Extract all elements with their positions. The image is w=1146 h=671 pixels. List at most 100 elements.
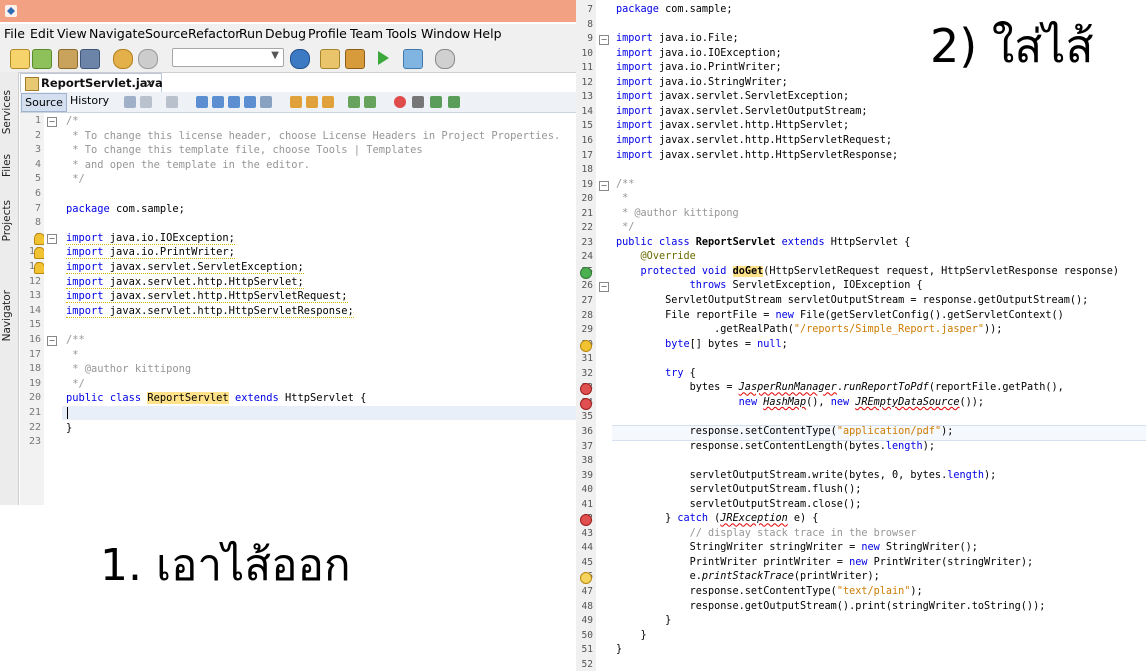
next-bookmark-icon[interactable] xyxy=(306,96,318,108)
line-number: 16 xyxy=(28,334,41,345)
current-line-highlight xyxy=(62,406,576,420)
menu-refactor[interactable]: Refactor xyxy=(188,26,240,41)
menu-window[interactable]: Window xyxy=(421,26,470,41)
file-tab-reportservlet[interactable]: ReportServlet.java × xyxy=(20,73,163,92)
code-line: /* xyxy=(66,115,79,127)
redo-icon[interactable] xyxy=(138,49,158,69)
line-number: 3 xyxy=(34,144,41,156)
menu-profile[interactable]: Profile xyxy=(308,26,347,41)
profile-icon[interactable] xyxy=(435,49,455,69)
line-number: 28 xyxy=(581,309,593,321)
menu-view[interactable]: View xyxy=(57,26,87,41)
error-marker-icon[interactable] xyxy=(580,514,592,527)
toggle-bookmark-icon[interactable] xyxy=(322,96,334,108)
start-macro-icon[interactable] xyxy=(394,96,406,108)
code-line: // display stack trace in the browser xyxy=(616,527,917,539)
caption-step-1: 1. เอาไส้ออก xyxy=(100,540,351,591)
toggle-highlight-icon[interactable] xyxy=(244,96,256,108)
line-number: 15 xyxy=(581,120,593,132)
code-line: import javax.servlet.http.HttpServletRes… xyxy=(66,304,354,318)
run-icon[interactable] xyxy=(374,49,392,67)
fold-toggle-icon[interactable]: − xyxy=(47,117,57,127)
error-marker-icon[interactable] xyxy=(580,383,592,396)
previous-bookmark-icon[interactable] xyxy=(290,96,302,108)
undo-icon[interactable] xyxy=(113,49,133,69)
save-all-icon[interactable] xyxy=(80,49,100,69)
line-number: 35 xyxy=(581,411,593,423)
toggle-rect-select-icon[interactable] xyxy=(260,96,272,108)
line-number: 21 xyxy=(581,207,593,219)
menu-team[interactable]: Team xyxy=(350,26,383,41)
line-number: 2 xyxy=(34,129,41,141)
tab-services[interactable]: Services xyxy=(1,90,17,134)
line-number: 4 xyxy=(34,158,41,170)
close-tab-icon[interactable]: × xyxy=(145,76,155,90)
history-tab[interactable]: History xyxy=(70,94,109,107)
fold-toggle-icon[interactable]: − xyxy=(599,180,609,191)
code-line: } xyxy=(66,421,73,434)
menu-tools[interactable]: Tools xyxy=(386,26,417,41)
line-number: 36 xyxy=(581,425,593,437)
code-line: import java.io.File; xyxy=(616,33,739,45)
code-line: response.setContentLength(bytes.length); xyxy=(616,440,935,452)
line-number: 22 xyxy=(581,222,593,234)
fold-toggle-icon[interactable]: − xyxy=(599,35,609,46)
hint-bulb-icon[interactable] xyxy=(580,572,592,585)
fold-toggle-icon[interactable]: − xyxy=(47,233,57,244)
tab-files[interactable]: Files xyxy=(1,154,17,177)
line-number: 23 xyxy=(28,436,41,448)
line-number: 15 xyxy=(28,319,41,331)
menu-run[interactable]: Run xyxy=(239,26,263,41)
code-line: */ xyxy=(66,173,85,186)
clean-build-icon[interactable] xyxy=(345,49,365,69)
line-number: 16 xyxy=(581,134,593,146)
back-icon[interactable] xyxy=(140,96,152,108)
line-number: 17 xyxy=(28,348,41,360)
configuration-select[interactable]: ▼ xyxy=(172,48,284,67)
line-number: 8 xyxy=(34,217,41,229)
globe-icon[interactable] xyxy=(290,49,310,69)
code-line: * To change this license header, choose … xyxy=(66,129,561,142)
menu-debug[interactable]: Debug xyxy=(265,26,306,41)
stop-macro-icon[interactable] xyxy=(412,96,424,108)
fold-toggle-icon[interactable]: − xyxy=(47,336,57,346)
menu-file[interactable]: File xyxy=(4,26,25,41)
line-number: 26 xyxy=(581,280,593,292)
code-line: @Override xyxy=(640,251,696,263)
line-number: 12 xyxy=(28,275,41,287)
error-marker-icon[interactable] xyxy=(580,397,592,410)
tab-projects[interactable]: Projects xyxy=(1,200,17,241)
new-file-icon[interactable] xyxy=(10,49,30,69)
forward-icon[interactable] xyxy=(166,96,178,108)
override-marker-icon[interactable] xyxy=(580,266,592,279)
fold-toggle-icon[interactable]: − xyxy=(599,282,609,293)
debug-icon[interactable] xyxy=(403,49,423,69)
last-edit-icon[interactable] xyxy=(124,96,136,108)
line-number: 38 xyxy=(581,455,593,467)
line-number-gutter-right: 7891011121314151617181920212223242526272… xyxy=(576,0,596,671)
comment-icon[interactable] xyxy=(430,96,442,108)
line-number: 18 xyxy=(581,164,593,176)
hint-bulb-icon[interactable] xyxy=(580,339,592,352)
menu-source[interactable]: Source xyxy=(145,26,188,41)
open-project-icon[interactable] xyxy=(58,49,78,69)
code-editor[interactable]: /* * To change this license header, choo… xyxy=(62,113,576,505)
new-project-icon[interactable] xyxy=(32,49,52,69)
shift-right-icon[interactable] xyxy=(364,96,376,108)
find-next-icon[interactable] xyxy=(228,96,240,108)
tab-navigator[interactable]: Navigator xyxy=(1,290,17,341)
menu-navigate[interactable]: Navigate xyxy=(89,26,145,41)
find-selection-icon[interactable] xyxy=(196,96,208,108)
menu-edit[interactable]: Edit xyxy=(30,26,54,41)
uncomment-icon[interactable] xyxy=(448,96,460,108)
shift-left-icon[interactable] xyxy=(348,96,360,108)
find-previous-icon[interactable] xyxy=(212,96,224,108)
build-icon[interactable] xyxy=(320,49,340,69)
line-number: 6 xyxy=(34,188,41,199)
source-tab[interactable]: Source xyxy=(21,93,67,112)
line-number: 50 xyxy=(581,629,593,641)
line-number: 1 xyxy=(34,115,41,126)
menu-help[interactable]: Help xyxy=(473,26,502,41)
code-line: import javax.servlet.ServletException; xyxy=(616,91,850,103)
line-number: 22 xyxy=(28,421,41,433)
